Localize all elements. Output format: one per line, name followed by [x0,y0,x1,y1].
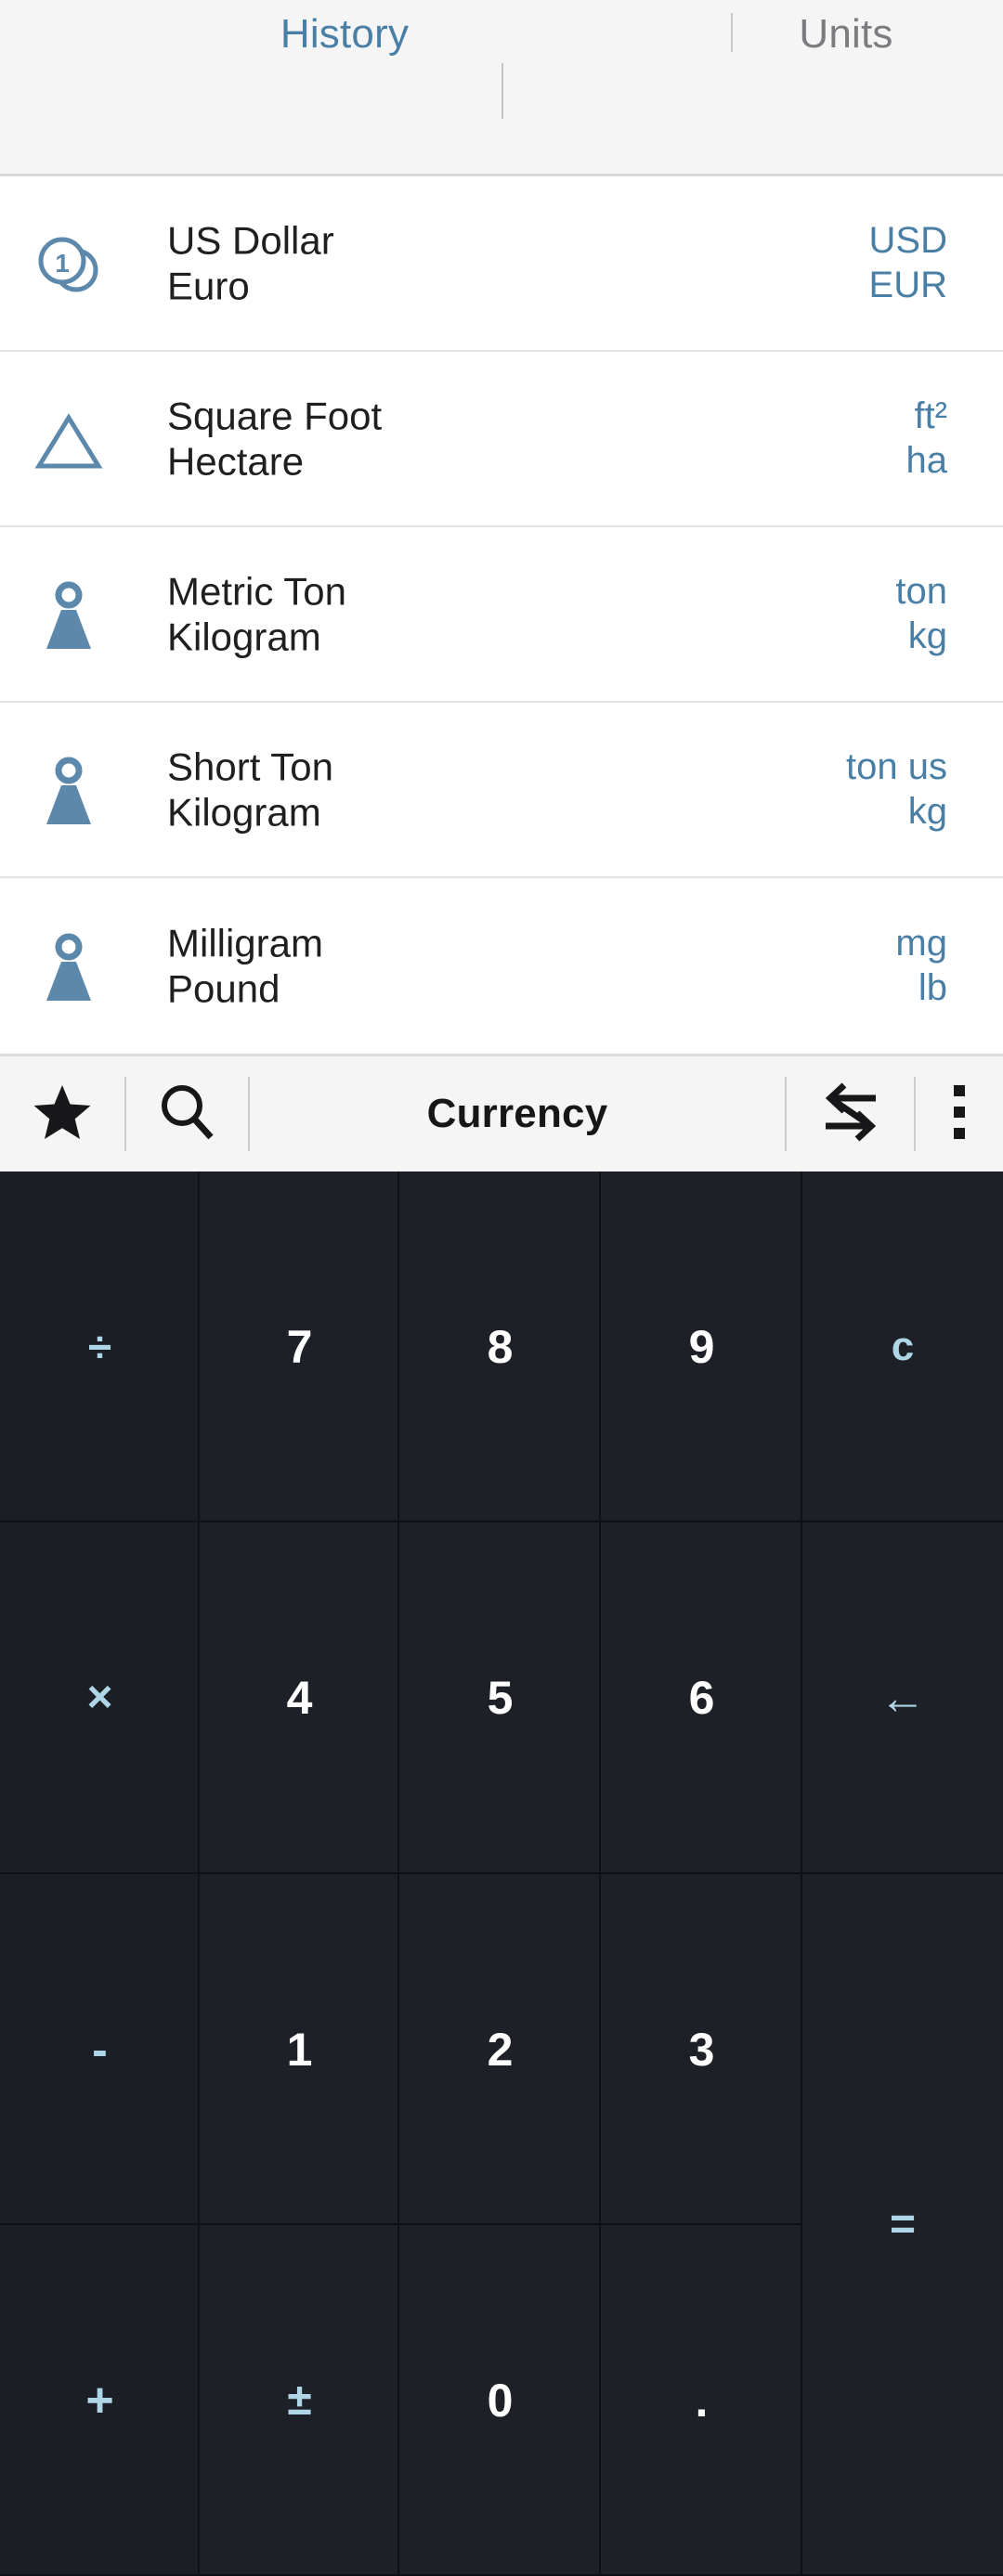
list-item-to-code: lb [895,966,947,1012]
conversion-list: 1 US Dollar Euro USD EUR Square Foot Hec… [0,176,1003,1054]
star-icon [33,1083,92,1146]
key-zero[interactable]: 0 [399,2225,601,2576]
key-seven[interactable]: 7 [200,1171,399,1522]
list-item-names: Metric Ton Kilogram [167,568,346,660]
list-item-to-code: EUR [869,264,947,309]
tab-history-label: History [280,11,409,57]
list-item-to-name: Kilogram [167,615,346,661]
list-item-from-code: ft² [906,394,948,439]
page-title: Currency [250,1056,785,1171]
list-item-to-name: Euro [167,264,334,310]
list-item[interactable]: Metric Ton Kilogram ton kg [0,527,1003,703]
key-clear[interactable]: c [802,1171,1003,1522]
key-equals[interactable]: = [802,1874,1003,2576]
key-four[interactable]: 4 [200,1522,399,1873]
coins-icon: 1 [33,224,104,304]
list-item-from-name: Square Foot [167,393,382,439]
list-item-to-code: kg [846,790,947,835]
page-title-label: Currency [427,1091,608,1137]
list-item-to-code: kg [895,615,947,660]
list-item-names: US Dollar Euro [167,217,334,309]
list-item-codes: ft² ha [906,394,948,485]
list-item-codes: ton us kg [846,744,947,835]
list-item-names: Short Ton Kilogram [167,744,333,835]
list-item-from-name: Metric Ton [167,568,346,615]
bottom-toolbar: Currency [0,1054,1003,1171]
key-eight[interactable]: 8 [399,1171,601,1522]
list-item-from-code: mg [895,921,947,966]
svg-text:1: 1 [55,249,70,278]
list-item-to-code: ha [906,439,948,485]
more-vertical-icon [952,1083,967,1146]
list-item[interactable]: Milligram Pound mg lb [0,878,1003,1054]
list-item-codes: USD EUR [869,218,947,309]
list-item-from-code: ton [895,569,947,615]
search-icon [157,1081,218,1147]
key-six[interactable]: 6 [601,1522,802,1873]
weight-icon [33,575,104,654]
weight-icon [33,926,104,1006]
search-button[interactable] [126,1056,248,1171]
list-item-names: Square Foot Hectare [167,393,382,485]
key-three[interactable]: 3 [601,1874,802,2225]
weight-icon [33,750,104,830]
list-item-to-name: Kilogram [167,790,333,836]
overflow-menu-button[interactable] [916,1056,1003,1171]
key-minus[interactable]: - [0,1874,200,2225]
list-item-names: Milligram Pound [167,920,323,1012]
list-item-from-name: Short Ton [167,744,333,790]
list-item-codes: ton kg [895,569,947,660]
swap-units-button[interactable] [787,1056,914,1171]
key-five[interactable]: 5 [399,1522,601,1873]
key-one[interactable]: 1 [200,1874,399,2225]
key-plus-minus[interactable]: ± [200,2225,399,2576]
tab-history[interactable]: History [0,11,689,58]
key-two[interactable]: 2 [399,1874,601,2225]
top-tab-bar: History Units [0,0,1003,176]
tab-active-indicator [502,63,503,119]
calculator-keypad: ÷ 7 8 9 c × 4 5 6 ← - 1 2 3 = + ± 0 . [0,1171,1003,2576]
list-item-to-name: Pound [167,966,323,1013]
key-backspace[interactable]: ← [802,1522,1003,1873]
list-item-from-code: ton us [846,744,947,790]
key-decimal-point[interactable]: . [601,2225,802,2576]
key-nine[interactable]: 9 [601,1171,802,1522]
list-item-codes: mg lb [895,921,947,1012]
key-divide[interactable]: ÷ [0,1171,200,1522]
list-item[interactable]: Square Foot Hectare ft² ha [0,352,1003,527]
triangle-area-icon [33,399,104,479]
list-item-to-name: Hectare [167,439,382,485]
list-item[interactable]: Short Ton Kilogram ton us kg [0,703,1003,878]
list-item-from-code: USD [869,218,947,264]
favorites-button[interactable] [0,1056,124,1171]
swap-arrows-icon [814,1076,887,1153]
tab-units-label: Units [799,11,892,57]
key-plus[interactable]: + [0,2225,200,2576]
tab-units[interactable]: Units [689,11,1003,58]
list-item-from-name: Milligram [167,920,323,966]
list-item[interactable]: 1 US Dollar Euro USD EUR [0,176,1003,352]
list-item-from-name: US Dollar [167,217,334,264]
key-multiply[interactable]: × [0,1522,200,1873]
